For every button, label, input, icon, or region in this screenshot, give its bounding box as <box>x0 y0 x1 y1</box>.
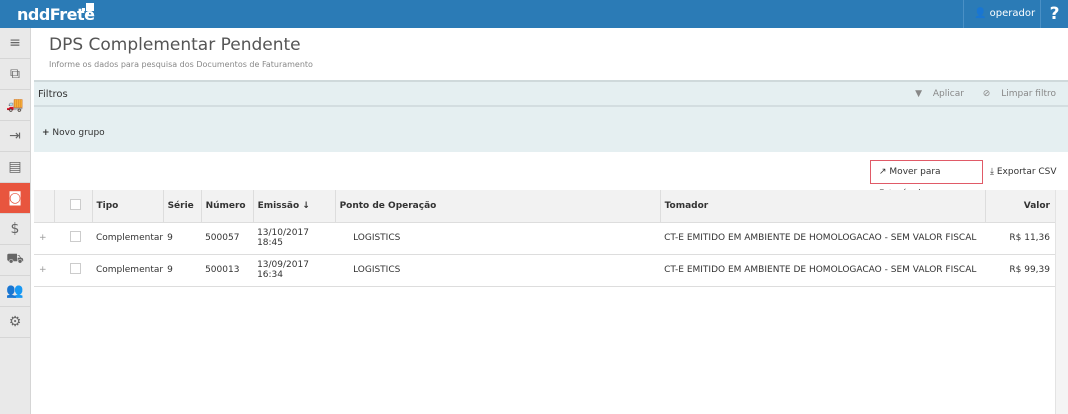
expand-row-icon[interactable]: + <box>34 222 54 255</box>
documents-table: Tipo Série Número Emissão ↓ Ponto de Ope… <box>34 190 1055 287</box>
page-subtitle: Informe os dados para pesquisa dos Docum… <box>49 60 313 69</box>
table-row[interactable]: + Complementar 9 500057 13/10/2017 18:45… <box>34 222 1055 255</box>
export-csv-button[interactable]: ⤓ Exportar CSV <box>990 160 1057 184</box>
cell-numero: 500013 <box>201 254 254 287</box>
cell-valor: R$ 99,39 <box>985 254 1055 287</box>
users-icon[interactable]: 👥 <box>0 276 30 307</box>
exchange-icon[interactable]: $ <box>0 214 30 245</box>
top-bar: nddFrete 👤 operador ⌄ ? <box>0 0 1068 47</box>
filters-label: Filtros <box>38 89 68 100</box>
select-all-checkbox[interactable] <box>69 198 81 210</box>
export-icon[interactable]: ⇥ <box>0 121 30 152</box>
col-emissao[interactable]: Emissão ↓ <box>252 190 336 223</box>
delivery-icon[interactable]: ⛟ <box>0 245 30 276</box>
help-button[interactable]: ? <box>1040 0 1068 28</box>
cell-ponto: LOGISTICS <box>335 222 661 255</box>
truck-icon[interactable]: 🚚 <box>0 90 30 121</box>
col-ponto[interactable]: Ponto de Operação <box>334 190 661 223</box>
col-tipo[interactable]: Tipo <box>91 190 164 223</box>
new-group-button[interactable]: + Novo grupo <box>42 128 105 138</box>
table-scrollbar[interactable] <box>1055 190 1068 414</box>
user-name: operador <box>989 8 1036 19</box>
documents-icon[interactable]: ⧉ <box>0 59 30 90</box>
row-checkbox[interactable] <box>69 263 81 274</box>
menu-icon[interactable]: ≡ <box>0 28 30 59</box>
table-row[interactable]: + Complementar 9 500013 13/09/2017 16:34… <box>34 254 1055 287</box>
clear-filter-button[interactable]: ⊘ Limpar filtro <box>975 89 1056 99</box>
money-icon[interactable]: ◙ <box>0 183 30 214</box>
filters-panel: Filtros ▼ Aplicar ⊘ Limpar filtro + Novo… <box>34 80 1068 152</box>
settings-icon[interactable]: ⚙ <box>0 307 30 338</box>
chevron-down-icon: ⌄ <box>974 36 983 47</box>
apply-button[interactable]: ▼ Aplicar <box>907 89 964 99</box>
cell-serie: 9 <box>163 254 202 287</box>
select-all-header <box>53 190 92 223</box>
expand-header <box>34 190 54 223</box>
ban-icon: ⊘ <box>982 89 991 99</box>
expand-row-icon[interactable]: + <box>34 254 54 287</box>
cell-serie: 9 <box>163 222 202 255</box>
cell-valor: R$ 11,36 <box>985 222 1055 255</box>
cell-tipo: Complementar <box>92 222 164 255</box>
col-serie[interactable]: Série <box>162 190 202 223</box>
cell-tipo: Complementar <box>92 254 164 287</box>
plus-icon: + <box>42 128 50 138</box>
row-checkbox[interactable] <box>69 231 81 242</box>
col-valor[interactable]: Valor <box>984 190 1055 223</box>
cell-tomador: CT-E EMITIDO EM AMBIENTE DE HOMOLOGACAO … <box>660 254 986 287</box>
col-numero[interactable]: Número <box>200 190 254 223</box>
col-tomador[interactable]: Tomador <box>659 190 986 223</box>
cell-tomador: CT-E EMITIDO EM AMBIENTE DE HOMOLOGACAO … <box>660 222 986 255</box>
move-to-billable-button[interactable]: ↗ Mover para Faturável <box>870 160 983 199</box>
download-icon: ⤓ <box>990 167 994 177</box>
cell-ponto: LOGISTICS <box>335 254 661 287</box>
cell-emissao: 13/10/2017 18:45 <box>253 222 336 255</box>
user-menu[interactable]: 👤 operador ⌄ <box>963 0 1040 47</box>
user-icon: 👤 <box>974 8 987 19</box>
logo-mark-icon <box>82 3 94 15</box>
share-icon: ↗ <box>879 167 887 177</box>
cell-numero: 500057 <box>201 222 254 255</box>
cell-emissao: 13/09/2017 16:34 <box>253 254 336 287</box>
page-title: DPS Complementar Pendente <box>49 35 301 55</box>
sidebar: ≡ ⧉ 🚚 ⇥ ▤ ◙ $ ⛟ 👥 ⚙ <box>0 28 31 414</box>
filter-icon: ▼ <box>915 89 922 99</box>
file-icon[interactable]: ▤ <box>0 152 30 183</box>
